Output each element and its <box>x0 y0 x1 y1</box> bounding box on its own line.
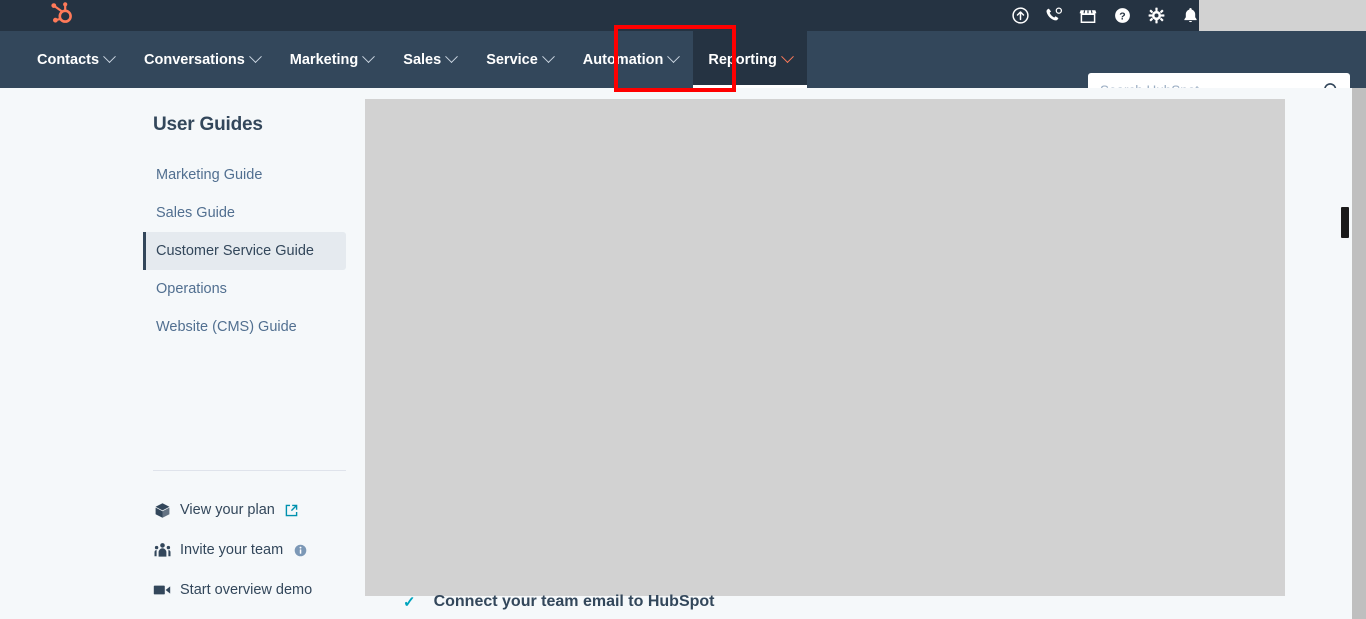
page-scrollbar-track[interactable] <box>1352 88 1366 619</box>
sidebar: User Guides Marketing Guide Sales Guide … <box>143 88 351 619</box>
topbar-icon-group: ? <box>1011 0 1199 31</box>
chevron-down-icon <box>780 50 794 64</box>
hubspot-sprocket-logo-icon <box>47 0 73 31</box>
hubspot-logo[interactable] <box>40 0 80 31</box>
chevron-down-icon <box>667 50 681 64</box>
chevron-down-icon <box>103 50 116 64</box>
sidebar-item-sales-guide[interactable]: Sales Guide <box>143 194 346 232</box>
sidebar-guide-list: Marketing Guide Sales Guide Customer Ser… <box>143 156 346 346</box>
notifications-bell-icon[interactable] <box>1181 7 1199 25</box>
nav-item-label: Automation <box>582 51 664 68</box>
page-title: User Guides <box>153 114 263 135</box>
video-camera-icon <box>153 581 171 599</box>
external-link-icon[interactable] <box>285 503 299 517</box>
nav-item-service[interactable]: Service <box>471 31 568 88</box>
sidebar-link-view-your-plan[interactable]: View your plan <box>153 490 346 530</box>
help-icon[interactable]: ? <box>1113 7 1131 25</box>
chevron-down-icon <box>362 50 376 64</box>
nav-item-label: Sales <box>403 51 442 68</box>
account-area-placeholder <box>1199 0 1366 31</box>
sidebar-item-marketing-guide[interactable]: Marketing Guide <box>143 156 346 194</box>
box-cube-icon <box>153 501 171 519</box>
content-loading-placeholder <box>365 99 1285 596</box>
info-circle-icon[interactable] <box>293 543 307 557</box>
users-group-icon <box>153 541 171 559</box>
nav-item-contacts[interactable]: Contacts <box>22 31 129 88</box>
checklist-item-connect-team-email[interactable]: ✓ Connect your team email to HubSpot <box>403 593 715 611</box>
nav-item-label: Marketing <box>289 51 359 68</box>
sidebar-item-label: Website (CMS) Guide <box>156 319 297 335</box>
chevron-down-icon <box>248 50 262 64</box>
marketplace-icon[interactable] <box>1079 7 1097 25</box>
checkmark-icon: ✓ <box>403 594 416 611</box>
calling-icon[interactable] <box>1045 7 1063 25</box>
nav-item-automation[interactable]: Automation <box>568 31 694 88</box>
upgrade-icon[interactable] <box>1011 7 1029 25</box>
nav-item-label: Service <box>486 51 538 68</box>
main-navigation-bar: Contacts Conversations Marketing Sales S… <box>0 31 1366 107</box>
sidebar-link-invite-your-team[interactable]: Invite your team <box>153 530 346 570</box>
checklist-item-label: Connect your team email to HubSpot <box>433 593 715 610</box>
page-scrollbar-thumb[interactable] <box>1341 207 1349 238</box>
nav-item-label: Conversations <box>144 51 245 68</box>
sidebar-link-label: View your plan <box>180 502 275 518</box>
main-content: ✓ Connect your team email to HubSpot <box>365 88 1352 619</box>
sidebar-item-label: Marketing Guide <box>156 167 263 183</box>
sidebar-item-operations[interactable]: Operations <box>143 270 346 308</box>
sidebar-link-start-overview-demo[interactable]: Start overview demo <box>153 570 346 610</box>
top-utility-bar: ? <box>0 0 1366 31</box>
sidebar-divider <box>153 470 346 471</box>
nav-item-conversations[interactable]: Conversations <box>129 31 275 88</box>
nav-item-list: Contacts Conversations Marketing Sales S… <box>22 31 808 88</box>
sidebar-link-label: Invite your team <box>180 542 284 558</box>
sidebar-item-label: Operations <box>156 281 227 297</box>
sidebar-item-website-cms-guide[interactable]: Website (CMS) Guide <box>143 308 346 346</box>
sidebar-secondary-links: View your plan Invite your team Start ov… <box>153 490 346 610</box>
svg-text:?: ? <box>1119 10 1125 22</box>
settings-gear-icon[interactable] <box>1147 7 1165 25</box>
nav-item-label: Reporting <box>708 51 777 68</box>
sidebar-item-label: Customer Service Guide <box>156 243 314 259</box>
nav-item-label: Contacts <box>37 51 100 68</box>
chevron-down-icon <box>445 50 459 64</box>
sidebar-link-label: Start overview demo <box>180 582 313 598</box>
chevron-down-icon <box>541 50 555 64</box>
sidebar-item-customer-service-guide[interactable]: Customer Service Guide <box>143 232 346 270</box>
nav-item-sales[interactable]: Sales <box>388 31 471 88</box>
nav-item-marketing[interactable]: Marketing <box>275 31 389 88</box>
sidebar-item-label: Sales Guide <box>156 205 235 221</box>
nav-item-reporting[interactable]: Reporting <box>693 31 808 88</box>
page-body: User Guides Marketing Guide Sales Guide … <box>0 88 1366 619</box>
